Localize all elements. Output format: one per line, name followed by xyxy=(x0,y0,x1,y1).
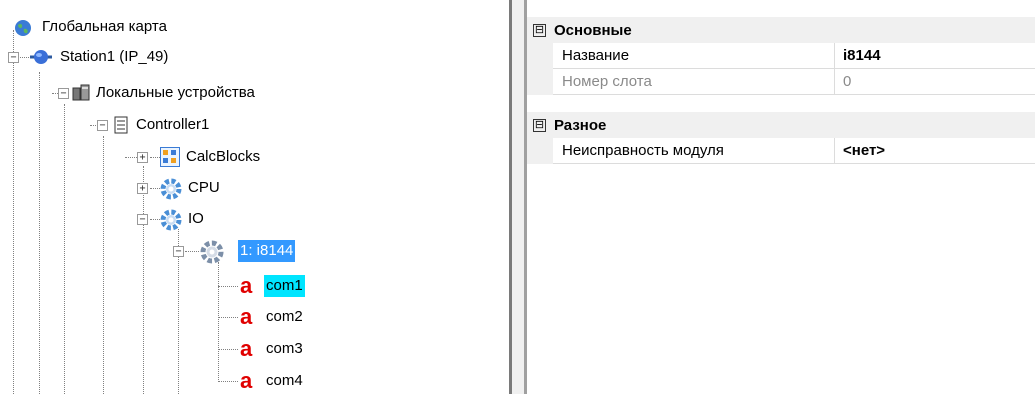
tree-node-label: com1 xyxy=(264,275,305,297)
tree-node-controller1[interactable]: Controller1 xyxy=(114,110,211,140)
tree-node-label: Локальные устройства xyxy=(96,84,255,101)
collapse-toggle[interactable]: − xyxy=(137,214,148,225)
svg-text:a: a xyxy=(240,276,253,296)
tree-node-i8144[interactable]: 1: i8144 xyxy=(200,236,296,268)
pane-splitter[interactable] xyxy=(509,0,527,394)
svg-text:a: a xyxy=(240,339,253,359)
tree-node-label: Station1 (IP_49) xyxy=(60,48,169,65)
tree-node-calcblocks[interactable]: CalcBlocks xyxy=(160,142,262,172)
property-value[interactable]: i8144 xyxy=(835,43,1035,69)
collapse-toggle-icon[interactable]: ⊟ xyxy=(533,23,546,37)
expand-toggle[interactable]: + xyxy=(137,152,148,163)
row-gutter xyxy=(527,138,553,164)
calcblocks-icon xyxy=(160,147,180,171)
property-row-slot-number[interactable]: Номер слота 0 xyxy=(527,69,1035,95)
svg-text:a: a xyxy=(240,371,253,391)
tree-node-station1[interactable]: Station1 (IP_49) xyxy=(30,42,170,72)
port-icon: a xyxy=(240,273,258,300)
property-name: Неисправность модуля xyxy=(553,138,835,164)
tree-node-com4[interactable]: a com4 xyxy=(240,366,305,394)
gear-icon xyxy=(200,240,224,268)
category-header-basic[interactable]: ⊟ Основные xyxy=(527,17,1035,43)
port-icon: a xyxy=(240,304,258,331)
tree-node-label: CPU xyxy=(188,179,220,196)
tree-node-com2[interactable]: a com2 xyxy=(240,302,305,332)
splitter-edge xyxy=(509,0,512,394)
property-row-module-fault[interactable]: Неисправность модуля <нет> xyxy=(527,138,1035,164)
property-name: Номер слота xyxy=(553,69,835,95)
port-icon: a xyxy=(240,368,258,394)
category-title: Разное xyxy=(554,116,607,134)
local-devices-icon xyxy=(72,84,90,106)
tree-node-com3[interactable]: a com3 xyxy=(240,334,305,364)
tree-node-label: CalcBlocks xyxy=(186,148,261,165)
expand-toggle[interactable]: + xyxy=(137,183,148,194)
gear-icon xyxy=(160,209,182,235)
gear-icon xyxy=(160,178,182,204)
property-value[interactable]: <нет> xyxy=(835,138,1035,164)
category-title: Основные xyxy=(554,21,632,39)
collapse-toggle[interactable]: − xyxy=(173,246,184,257)
property-grid[interactable]: ⊟ Основные Название i8144 Номер слота 0 … xyxy=(527,0,1035,394)
row-gutter xyxy=(527,43,553,69)
property-value: 0 xyxy=(835,69,1035,95)
tree-node-label: IO xyxy=(188,210,204,227)
globe-icon xyxy=(14,19,32,41)
tree-node-global-map[interactable]: Глобальная карта xyxy=(14,12,169,42)
station-icon xyxy=(30,49,52,69)
property-name: Название xyxy=(553,43,835,69)
tree-node-cpu[interactable]: CPU xyxy=(160,173,222,203)
property-row-name[interactable]: Название i8144 xyxy=(527,43,1035,69)
tree-node-label: com2 xyxy=(266,308,303,325)
controller-icon xyxy=(114,116,128,138)
port-icon: a xyxy=(240,336,258,363)
tree-node-label: Controller1 xyxy=(136,116,210,133)
svg-text:a: a xyxy=(240,307,253,327)
tree-node-label: com4 xyxy=(266,372,303,389)
tree-node-io[interactable]: IO xyxy=(160,204,206,234)
collapse-toggle[interactable]: − xyxy=(97,120,108,131)
tree-node-label: 1: i8144 xyxy=(238,240,296,262)
collapse-toggle[interactable]: − xyxy=(8,52,19,63)
collapse-toggle-icon[interactable]: ⊟ xyxy=(533,118,546,132)
tree-view[interactable]: Глобальная карта − Station1 (IP_49) − Ло… xyxy=(0,0,509,394)
tree-node-local-devices[interactable]: Локальные устройства xyxy=(72,78,257,108)
row-gutter xyxy=(527,69,553,95)
collapse-toggle[interactable]: − xyxy=(58,88,69,99)
tree-node-label: Глобальная карта xyxy=(42,18,167,35)
tree-node-com1[interactable]: a com1 xyxy=(240,271,305,301)
category-header-misc[interactable]: ⊟ Разное xyxy=(527,112,1035,138)
tree-node-label: com3 xyxy=(266,340,303,357)
